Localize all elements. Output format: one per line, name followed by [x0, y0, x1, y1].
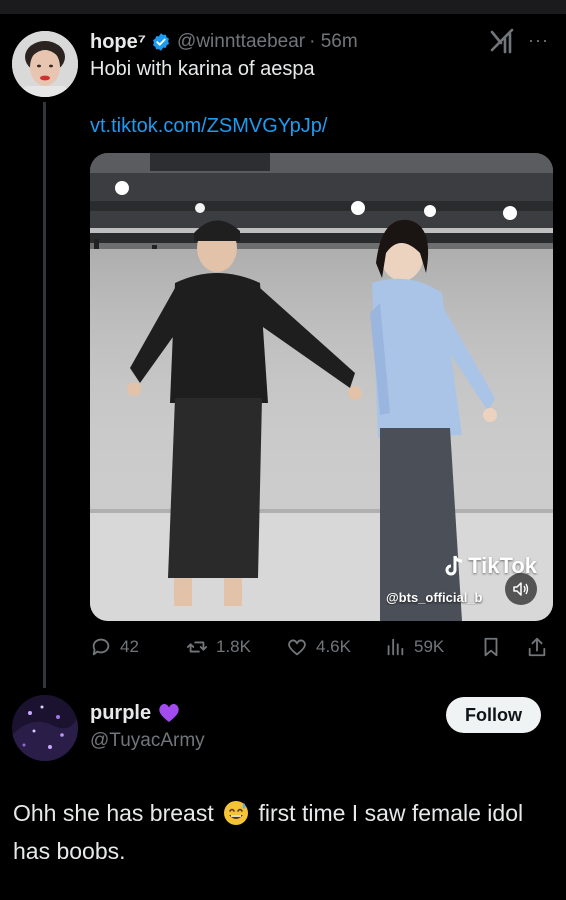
tweet-video[interactable]: TikTok @bts_official_b [90, 153, 553, 621]
views-count: 59K [414, 637, 445, 656]
reply-handle[interactable]: @TuyacArmy [90, 730, 205, 752]
reply-author-row: purple [90, 701, 181, 725]
share-icon [528, 637, 546, 657]
like-icon [288, 639, 306, 656]
repost-icon [186, 641, 208, 653]
repost-count: 1.8K [216, 637, 251, 656]
views-icon [387, 638, 404, 656]
tweet-timestamp[interactable]: · 56m [309, 31, 358, 53]
top-bar [0, 0, 566, 14]
reply-display-name[interactable]: purple [90, 702, 151, 725]
thread-line [43, 102, 46, 688]
thread-page: hope⁷ @winnttaebear · 56m ··· Hobi with … [0, 0, 566, 900]
author-display-name[interactable]: hope⁷ [90, 31, 146, 54]
speaker-icon [513, 582, 529, 596]
like-count: 4.6K [316, 637, 351, 656]
author-avatar[interactable] [12, 31, 78, 97]
bookmark-icon [484, 637, 498, 657]
reply-text-part-1: Ohh she has breast [13, 800, 214, 826]
purple-heart-emoji [159, 704, 179, 722]
like-action[interactable]: 4.6K [286, 630, 351, 664]
follow-button[interactable]: Follow [446, 697, 541, 733]
author-row: hope⁷ @winnttaebear · 56m [90, 28, 358, 56]
grok-icon[interactable] [488, 26, 518, 56]
verified-badge-icon [153, 33, 169, 51]
reply-action[interactable]: 42 [90, 630, 139, 664]
tweet-link[interactable]: vt.tiktok.com/ZSMVGYpJp/ [90, 115, 327, 138]
reply-icon [92, 638, 110, 656]
mute-button[interactable] [505, 573, 537, 605]
tweet-actions: 42 1.8K 4.6K 59K [90, 630, 556, 664]
reply-text: Ohh she has breast first time I saw fema… [13, 794, 553, 870]
sweat-smile-emoji [224, 801, 249, 825]
video-frame-illustration [90, 153, 553, 621]
reply-author-avatar[interactable] [12, 695, 78, 761]
tiktok-logo-icon [445, 555, 463, 576]
author-handle[interactable]: @winnttaebear [177, 31, 305, 53]
bookmark-action[interactable] [480, 630, 510, 664]
views-action[interactable]: 59K [384, 630, 444, 664]
share-action[interactable] [526, 630, 556, 664]
more-icon[interactable]: ··· [528, 30, 549, 51]
repost-action[interactable]: 1.8K [186, 630, 251, 664]
tweet-text: Hobi with karina of aespa [90, 58, 315, 80]
reply-count: 42 [120, 637, 139, 656]
